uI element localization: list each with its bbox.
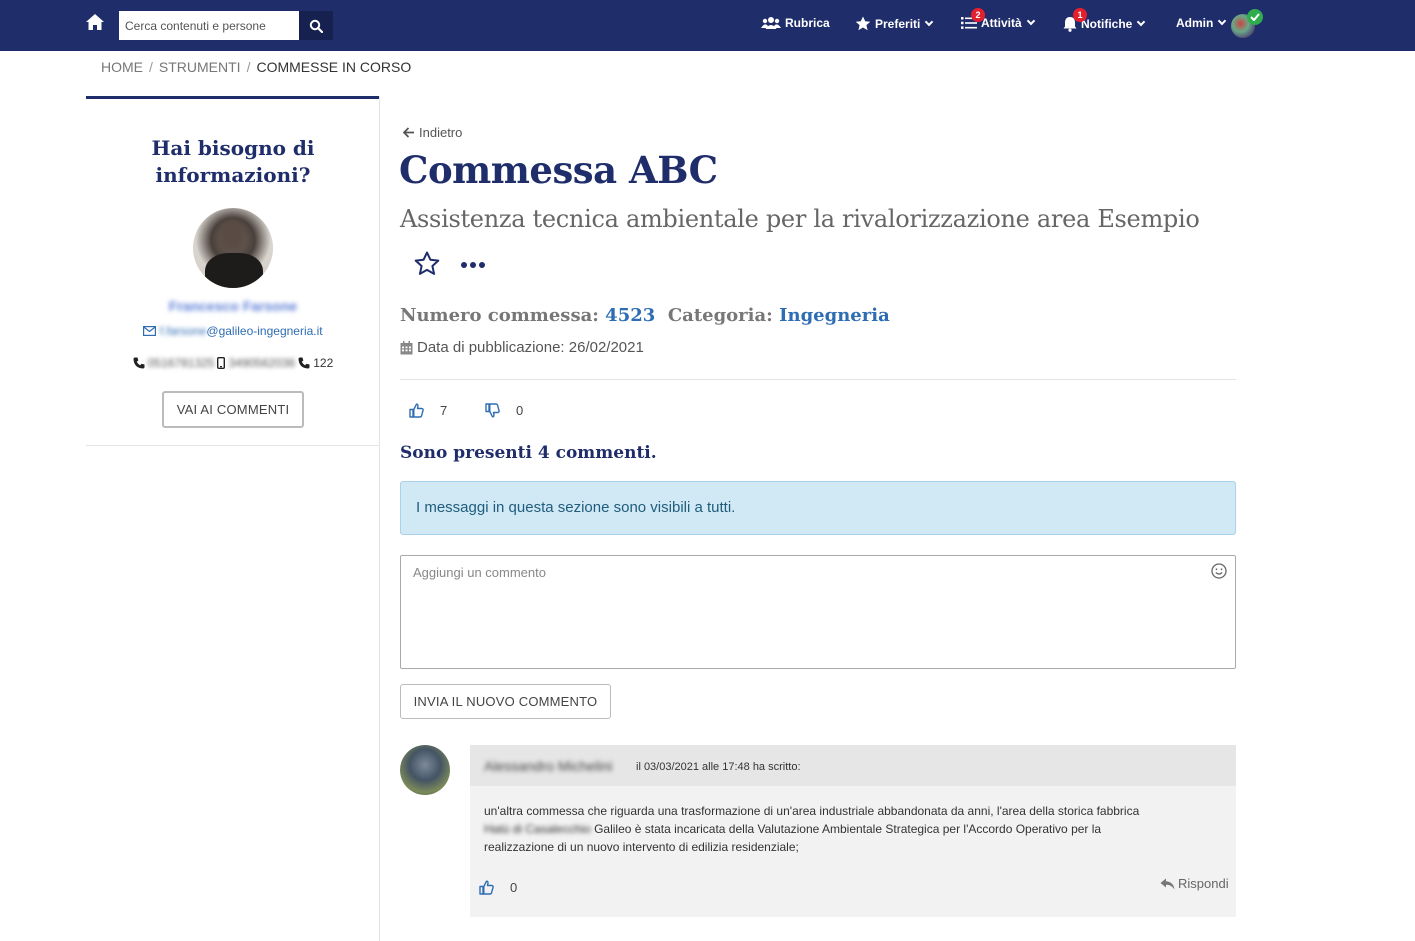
chevron-down-icon [1026, 16, 1035, 26]
comment-like-button[interactable]: 0 [479, 880, 517, 895]
dislike-count: 0 [516, 403, 524, 418]
comment-like-count: 0 [510, 880, 518, 895]
phone-number[interactable]: 0516781325 [148, 356, 215, 370]
nav-notifiche-label: Notifiche [1081, 17, 1133, 31]
thumbs-up-icon [479, 880, 494, 895]
contact-name[interactable]: Francesco Farsone [86, 298, 380, 314]
check-icon [1247, 9, 1263, 25]
thumbs-down-icon [485, 403, 500, 418]
breadcrumb-strumenti[interactable]: STRUMENTI [159, 59, 241, 75]
search-icon [309, 19, 323, 33]
submit-comment-button[interactable]: INVIA IL NUOVO COMMENTO [400, 684, 611, 719]
numero-value: 4523 [605, 305, 656, 326]
goto-comments-button[interactable]: VAI AI COMMENTI [162, 391, 304, 428]
phone-icon [298, 357, 310, 369]
comment-text-line1: un'altra commessa che riguarda una trasf… [484, 804, 1140, 818]
commessa-meta: Numero commessa: 4523 Categoria: Ingegne… [400, 305, 890, 326]
nav-attivita-label: Attività [981, 16, 1022, 30]
dislike-button[interactable]: 0 [485, 403, 523, 418]
contact-sidebar: Hai bisogno di informazioni? Francesco F… [86, 96, 380, 446]
chevron-down-icon [1137, 17, 1146, 27]
reply-icon [1160, 878, 1175, 889]
comment-author[interactable]: Alessandro Michelini [484, 758, 612, 774]
breadcrumb: HOME / STRUMENTI / COMMESSE IN CORSO [101, 59, 411, 75]
arrow-left-icon [403, 127, 414, 138]
comment-card: Alessandro Michelini il 03/03/2021 alle … [470, 745, 1236, 917]
sidebar-divider [379, 96, 380, 941]
visibility-alert: I messaggi in questa sezione sono visibi… [400, 481, 1236, 535]
breadcrumb-home[interactable]: HOME [101, 59, 143, 75]
nav-attivita[interactable]: 2 Attività [961, 8, 1035, 30]
comment-text-line3: realizzazione di un nuovo intervento di … [484, 840, 799, 854]
comment-input[interactable] [400, 555, 1236, 669]
nav-admin-label: Admin [1176, 16, 1214, 30]
mobile-icon [217, 357, 226, 369]
emoji-icon[interactable] [1211, 563, 1227, 584]
more-options-icon[interactable] [461, 262, 485, 268]
contact-email[interactable]: f.farsone@galileo-ingegneria.it [86, 324, 380, 338]
calendar-icon [400, 340, 413, 354]
envelope-icon [143, 326, 157, 337]
comment-header: Alessandro Michelini il 03/03/2021 alle … [470, 745, 1236, 786]
categoria-label: Categoria: [667, 305, 773, 326]
divider [400, 379, 1236, 380]
comment-text-line2: Galileo è stata incaricata della Valutaz… [590, 822, 1102, 836]
page-title: Commessa ABC [399, 148, 718, 192]
reply-label: Rispondi [1178, 876, 1229, 891]
nav-notifiche[interactable]: 1 Notifiche [1063, 8, 1146, 32]
page-subtitle: Assistenza tecnica ambientale per la riv… [400, 205, 1200, 233]
contact-phones: 0516781325 3490562036 122 [86, 356, 380, 370]
favorite-star-icon[interactable] [414, 251, 440, 281]
home-icon[interactable] [85, 13, 105, 33]
categoria-value[interactable]: Ingegneria [779, 305, 890, 326]
nav-admin[interactable]: Admin [1176, 16, 1227, 30]
thumbs-up-icon [409, 403, 424, 418]
comment-body: un'altra commessa che riguarda una trasf… [484, 802, 1224, 856]
notifiche-badge: 1 [1073, 8, 1087, 22]
like-button[interactable]: 7 [409, 403, 447, 418]
sidebar-title: Hai bisogno di informazioni? [151, 136, 315, 187]
users-icon [761, 17, 781, 29]
attivita-badge: 2 [971, 8, 985, 22]
comment-text-blurred: Hatù di Casalecchio [484, 822, 591, 836]
nav-rubrica-label: Rubrica [785, 16, 830, 30]
comment-timestamp: il 03/03/2021 alle 17:48 ha scritto: [636, 761, 801, 773]
like-count: 7 [440, 403, 448, 418]
comments-count: Sono presenti 4 commenti. [400, 443, 657, 463]
numero-label: Numero commessa: [400, 305, 599, 326]
search-button[interactable] [299, 11, 333, 40]
chevron-down-icon [925, 17, 934, 26]
search-input[interactable] [119, 11, 299, 40]
back-label: Indietro [419, 125, 463, 140]
nav-preferiti[interactable]: Preferiti [855, 16, 934, 31]
phone-icon [133, 357, 145, 369]
reply-button[interactable]: Rispondi [1160, 876, 1229, 891]
breadcrumb-current: COMMESSE IN CORSO [256, 59, 412, 75]
phone-extension[interactable]: 122 [313, 356, 333, 370]
star-icon [855, 16, 871, 31]
breadcrumb-separator: / [246, 59, 251, 75]
back-link[interactable]: Indietro [403, 125, 462, 140]
nav-rubrica[interactable]: Rubrica [761, 16, 830, 30]
breadcrumb-separator: / [149, 59, 153, 75]
publication-date-text: Data di pubblicazione: 26/02/2021 [417, 339, 644, 356]
email-domain: @galileo-ingegneria.it [206, 324, 323, 338]
nav-preferiti-label: Preferiti [875, 16, 921, 31]
mobile-number[interactable]: 3490562036 [228, 356, 295, 370]
publication-date: Data di pubblicazione: 26/02/2021 [400, 339, 644, 356]
email-user: f.farsone [159, 324, 207, 338]
chevron-down-icon [1218, 16, 1227, 26]
comment-author-avatar [400, 745, 450, 795]
top-navbar: Rubrica Preferiti 2 Attività 1 Notifiche… [0, 0, 1415, 51]
contact-avatar [193, 208, 273, 288]
